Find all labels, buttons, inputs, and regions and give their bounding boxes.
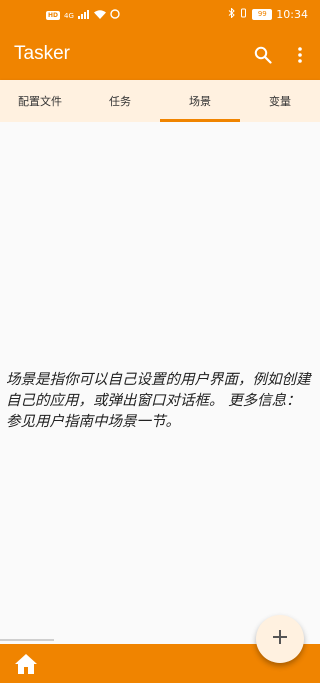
hd-badge: HD [46, 11, 61, 20]
status-time: 10:34 [276, 8, 308, 21]
home-icon[interactable] [12, 650, 40, 678]
plus-icon [271, 628, 289, 650]
tab-label: 配置文件 [18, 95, 62, 108]
tab-scenes[interactable]: 场景 [160, 80, 240, 122]
status-left: HD 4G [46, 9, 120, 22]
tab-label: 变量 [269, 95, 291, 108]
network-type: 4G [64, 11, 74, 20]
tab-tasks[interactable]: 任务 [80, 80, 160, 122]
signal-icon [77, 9, 90, 22]
tab-label: 场景 [189, 95, 211, 108]
notification-icon [110, 9, 120, 22]
app-bar: Tasker [0, 30, 320, 80]
scenes-content: 场景是指你可以自己设置的用户界面，例如创建自己的应用，或弹出窗口对话框。 更多信… [0, 122, 320, 640]
app-title: Tasker [14, 43, 70, 64]
tab-variables[interactable]: 变量 [240, 80, 320, 122]
battery-icon: 99 [252, 9, 273, 20]
bluetooth-icon [228, 7, 236, 21]
status-bar: HD 4G 99 10:34 [0, 0, 320, 30]
tab-bar: 配置文件 任务 场景 变量 [0, 80, 320, 122]
status-right: 99 10:34 [228, 7, 308, 21]
empty-state-message: 场景是指你可以自己设置的用户界面，例如创建自己的应用，或弹出窗口对话框。 更多信… [6, 372, 311, 430]
more-vert-icon[interactable] [287, 42, 313, 68]
search-icon[interactable] [250, 42, 276, 68]
scroll-indicator [0, 639, 54, 641]
tab-profiles[interactable]: 配置文件 [0, 80, 80, 122]
add-scene-button[interactable] [256, 615, 304, 663]
wifi-icon [93, 9, 106, 22]
vibrate-icon [239, 8, 248, 21]
tab-label: 任务 [109, 95, 131, 108]
